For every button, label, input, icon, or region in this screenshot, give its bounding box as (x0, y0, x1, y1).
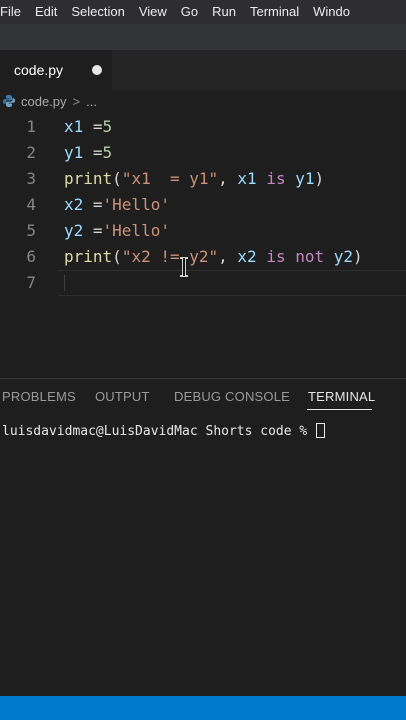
code-token: not (295, 247, 325, 266)
code-token: x2 (237, 247, 257, 266)
breadcrumb-file[interactable]: code.py (21, 94, 67, 109)
line-code[interactable]: y1 =5 (64, 140, 112, 166)
python-icon (2, 94, 16, 108)
text-cursor (64, 275, 65, 291)
code-token: ( (112, 247, 122, 266)
breadcrumb-separator: > (72, 93, 81, 109)
tab-terminal[interactable]: TERMINAL (308, 389, 375, 404)
code-token: , (218, 247, 238, 266)
menu-go[interactable]: Go (174, 0, 205, 24)
code-token: 5 (102, 143, 113, 162)
editor-tab-bar: code.py (0, 50, 406, 90)
code-token: ( (112, 169, 122, 188)
line-number: 3 (26, 169, 36, 188)
terminal-cursor (316, 423, 326, 438)
code-token: 5 (102, 117, 113, 136)
code-token: ) (314, 169, 325, 188)
line-number: 4 (26, 195, 36, 214)
code-token: y1 (64, 143, 84, 162)
title-bar (0, 24, 406, 50)
code-token: x1 (237, 169, 257, 188)
code-token: x1 (64, 117, 84, 136)
code-token: , (218, 169, 238, 188)
code-token: = (83, 143, 103, 162)
code-line: 2 y1 =5 (0, 140, 406, 166)
tab-debug-console[interactable]: DEBUG CONSOLE (174, 389, 290, 404)
code-line: 1 x1 =5 (0, 114, 406, 140)
code-line: 3 print("x1 = y1", x1 is y1) (0, 166, 406, 192)
code-token: = (83, 221, 103, 240)
code-token: = (83, 117, 103, 136)
code-token: y2 (64, 221, 84, 240)
line-number: 7 (26, 273, 36, 292)
line-code[interactable]: print("x1 = y1", x1 is y1) (64, 166, 324, 192)
editor-tab-code-py[interactable]: code.py (0, 50, 112, 90)
panel-tab-bar: PROBLEMS OUTPUT DEBUG CONSOLE TERMINAL (0, 379, 406, 415)
tab-output[interactable]: OUTPUT (95, 389, 150, 404)
code-token: print (64, 169, 113, 188)
tab-problems[interactable]: PROBLEMS (2, 389, 76, 404)
line-number: 5 (26, 221, 36, 240)
line-code[interactable]: x1 =5 (64, 114, 112, 140)
code-token: 'Hello' (102, 195, 170, 214)
code-token: y1 (295, 169, 315, 188)
ibeam-cursor-icon (180, 257, 188, 277)
menu-edit[interactable]: Edit (28, 0, 64, 24)
line-number: 2 (26, 143, 36, 162)
code-token: y2 (333, 247, 354, 266)
code-token: "x2 != y2" (121, 247, 219, 266)
code-token: = (83, 195, 103, 214)
menu-file[interactable]: File (0, 0, 28, 24)
menu-selection[interactable]: Selection (64, 0, 131, 24)
code-token: "x1 = y1" (121, 169, 219, 188)
terminal-prompt: luisdavidmac@LuisDavidMac Shorts code % (2, 424, 316, 439)
current-line-highlight (58, 270, 406, 296)
code-token: is (266, 247, 286, 266)
code-line: 4 x2 ='Hello' (0, 192, 406, 218)
code-token: 'Hello' (102, 221, 170, 240)
line-code[interactable]: x2 ='Hello' (64, 192, 170, 218)
code-line: 7 (0, 270, 406, 296)
code-line: 5 y2 ='Hello' (0, 218, 406, 244)
menu-bar: File Edit Selection View Go Run Terminal… (0, 0, 406, 24)
menu-window[interactable]: Windo (306, 0, 357, 24)
unsaved-dot-icon[interactable] (92, 65, 102, 75)
bottom-panel: PROBLEMS OUTPUT DEBUG CONSOLE TERMINAL l… (0, 378, 406, 696)
code-token: is (266, 169, 286, 188)
line-number: 6 (26, 247, 36, 266)
code-token: x2 (64, 195, 84, 214)
breadcrumb: code.py > ... (0, 90, 406, 112)
tab-label: code.py (14, 62, 64, 78)
line-code[interactable]: print("x2 != y2", x2 is not y2) (64, 244, 363, 270)
breadcrumb-symbols[interactable]: ... (86, 94, 97, 109)
menu-run[interactable]: Run (205, 0, 243, 24)
line-code[interactable]: y2 ='Hello' (64, 218, 170, 244)
code-line: 6 print("x2 != y2", x2 is not y2) (0, 244, 406, 270)
status-bar (0, 696, 406, 720)
active-tab-indicator (307, 409, 372, 410)
line-number: 1 (26, 117, 36, 136)
code-editor[interactable]: 1 x1 =5 2 y1 =5 3 print("x1 = y1", x1 is… (0, 112, 406, 378)
code-token: ) (353, 247, 363, 266)
menu-view[interactable]: View (132, 0, 174, 24)
terminal-prompt-line[interactable]: luisdavidmac@LuisDavidMac Shorts code % (2, 423, 326, 439)
menu-terminal[interactable]: Terminal (243, 0, 306, 24)
code-token: print (64, 247, 113, 266)
